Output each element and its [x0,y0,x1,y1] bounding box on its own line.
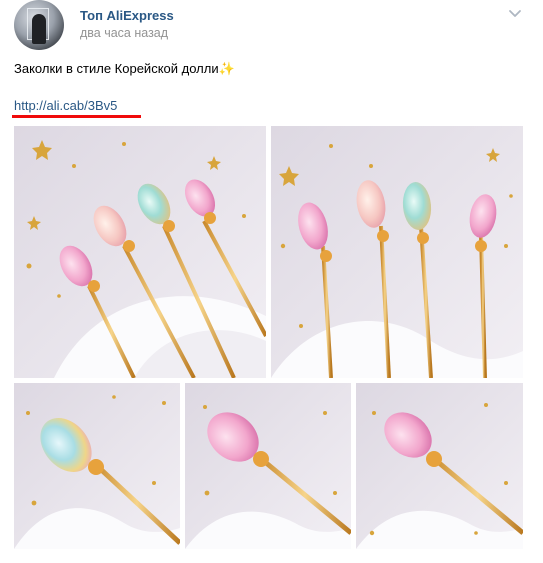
post-text-body: Заколки в стиле Корейской долли [14,61,219,76]
feed-post: Топ AliExpress два часа назад Заколки в … [0,0,543,563]
avatar[interactable] [14,0,64,50]
author-name[interactable]: Топ AliExpress [80,8,174,23]
photo-4[interactable] [185,383,351,549]
post-text: Заколки в стиле Корейской долли✨ [14,61,235,77]
red-underline-annotation [12,115,141,118]
sparkles-emoji: ✨ [218,61,235,76]
post-header: Топ AliExpress два часа назад [14,0,529,52]
avatar-figure-shape [32,14,46,44]
photo-2[interactable] [271,126,523,378]
photo-1[interactable] [14,126,266,378]
post-time[interactable]: два часа назад [80,26,168,40]
chevron-down-icon[interactable] [508,6,522,20]
photo-3[interactable] [14,383,180,549]
photo-5[interactable] [356,383,523,549]
post-link[interactable]: http://ali.cab/3Bv5 [14,98,117,113]
